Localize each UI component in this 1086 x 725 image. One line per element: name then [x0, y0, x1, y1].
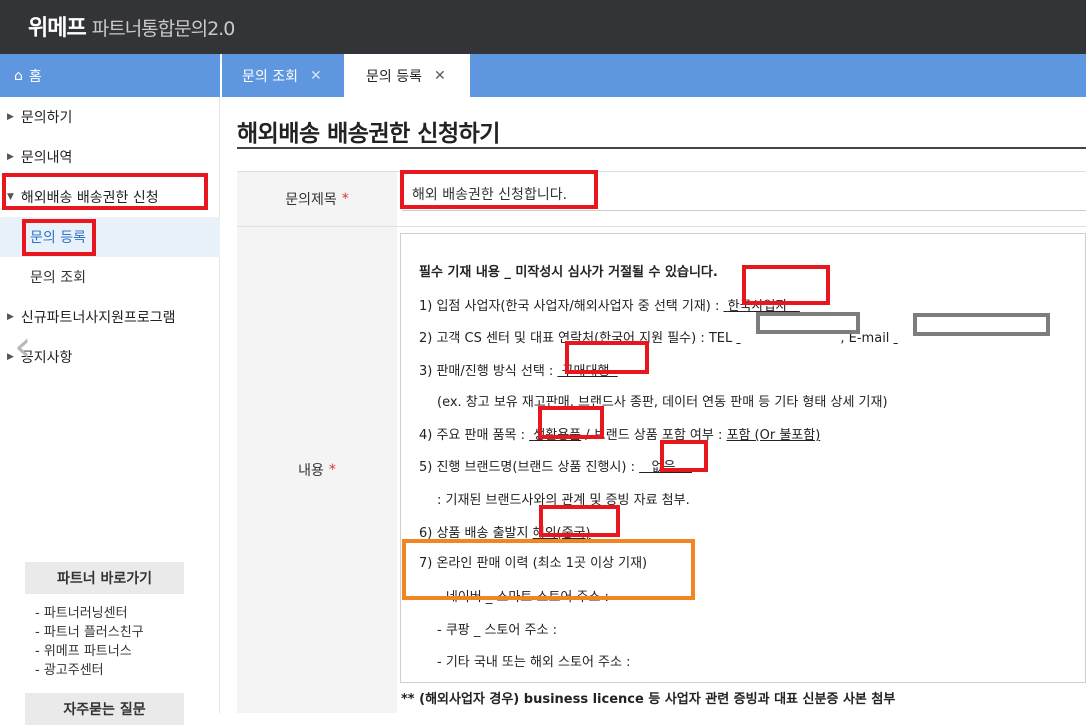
home-icon: ⌂	[14, 67, 23, 84]
email-blank	[894, 331, 1024, 346]
editor-line-6: 6) 상품 배송 출발지 해외(중국)	[419, 526, 591, 541]
subject-label-text: 문의제목	[285, 192, 337, 208]
sidebar-item-label: 문의내역	[20, 150, 73, 166]
brand-included-value: 포함 (Or 불포함)	[726, 428, 821, 443]
sales-method-value: 구매대행	[561, 364, 610, 379]
editor-line-4: 4) 주요 판매 품목 : 생활용품 / 브랜드 상품 포함 여부 : 포함 (…	[419, 428, 821, 443]
brand-name-value: 없음	[651, 460, 676, 475]
tab-strip-filler	[470, 54, 1086, 97]
editor-line-7: 7) 온라인 판매 이력 (최소 1곳 이상 기재)	[419, 556, 648, 571]
subject-input[interactable]: 해외 배송권한 신청합니다.	[402, 178, 1086, 211]
brand-name: 위메프	[28, 16, 87, 41]
partner-links: - 파트너러닝센터 - 파트너 플러스친구 - 위메프 파트너스 - 광고주센터	[25, 594, 184, 688]
sidebar-item-notices[interactable]: ▶ 공지사항	[0, 337, 220, 377]
business-type-value: 한국사업자	[727, 299, 788, 314]
top-header: 위메프 파트너통합문의2.0	[0, 0, 1086, 54]
body-label-text: 내용	[298, 463, 324, 479]
sidebar-item-label: 문의하기	[20, 110, 73, 126]
sidebar-subitem-label: 문의 조회	[30, 270, 86, 286]
body-label: 내용 *	[237, 227, 397, 713]
chevron-left-icon[interactable]: ‹	[14, 325, 32, 369]
partner-link-plus-friend[interactable]: - 파트너 플러스친구	[35, 623, 184, 642]
editor-line-7a: - 네이버 _ 스마트 스토어 주소 :	[437, 590, 609, 605]
partner-link-wemakeprice-partners[interactable]: - 위메프 파트너스	[35, 642, 184, 661]
tab-inquiry-register[interactable]: 문의 등록 ✕	[346, 54, 468, 97]
editor-line-3-note: (ex. 창고 보유 재고판매, 브랜드사 종판, 데이터 연동 판매 등 기타…	[437, 395, 888, 410]
sidebar-item-label: 해외배송 배송권한 신청	[20, 190, 159, 206]
brand-logo[interactable]: 위메프 파트너통합문의2.0	[28, 10, 236, 42]
tab-label: 문의 등록	[366, 68, 422, 85]
footnote: ** (해외사업자 경우) business licence 등 사업자 관련 …	[401, 692, 896, 707]
editor-line-2: 2) 고객 CS 센터 및 대표 연락처(한국어 지원 필수) : TEL , …	[419, 327, 1024, 346]
sidebar-item-new-partner-program[interactable]: ▶ 신규파트너사지원프로그램	[0, 297, 220, 337]
triangle-down-icon: ▼	[7, 192, 14, 202]
sidebar-item-history[interactable]: ▶ 문의내역	[0, 137, 220, 177]
tel-blank	[736, 331, 840, 346]
triangle-right-icon: ▶	[7, 352, 14, 362]
editor-line-3: 3) 판매/진행 방식 선택 : 구매대행	[419, 360, 618, 379]
triangle-right-icon: ▶	[7, 112, 14, 122]
brand-subtitle: 파트너통합문의2.0	[91, 18, 236, 40]
title-divider	[237, 147, 1086, 149]
editor-line-7c: - 기타 국내 또는 해외 스토어 주소 :	[437, 655, 631, 670]
ship-origin-value: 해외(중국)	[532, 526, 591, 541]
content-editor[interactable]: 필수 기재 내용 _ 미작성시 심사가 거절될 수 있습니다. 1) 입점 사업…	[400, 233, 1086, 683]
editor-line-5: 5) 진행 브랜드명(브랜드 상품 진행시) : 없음	[419, 456, 692, 475]
faq-title[interactable]: 자주묻는 질문	[25, 693, 184, 725]
form-row-body: 내용 * 필수 기재 내용 _ 미작성시 심사가 거절될 수 있습니다. 1) 입…	[237, 227, 1086, 713]
required-mark: *	[328, 462, 336, 478]
editor-line-7b: - 쿠팡 _ 스토어 주소 :	[437, 623, 557, 638]
form-row-subject: 문의제목 * 해외 배송권한 신청합니다.	[237, 171, 1086, 227]
editor-heading: 필수 기재 내용 _ 미작성시 심사가 거절될 수 있습니다.	[419, 265, 718, 280]
close-icon[interactable]: ✕	[434, 68, 446, 84]
triangle-right-icon: ▶	[7, 312, 14, 322]
sidebar-subitem-lookup[interactable]: 문의 조회	[0, 257, 220, 297]
triangle-right-icon: ▶	[7, 152, 14, 162]
partner-link-learning-center[interactable]: - 파트너러닝센터	[35, 604, 184, 623]
sidebar-subitem-register[interactable]: 문의 등록	[0, 217, 220, 257]
partner-shortcuts: 파트너 바로가기 - 파트너러닝센터 - 파트너 플러스친구 - 위메프 파트너…	[25, 562, 184, 725]
sidebar-item-inquire[interactable]: ▶ 문의하기	[0, 97, 220, 137]
tab-home[interactable]: ⌂ 홈	[0, 54, 220, 97]
tab-home-label: 홈	[28, 68, 42, 85]
sidebar-item-overseas-shipping[interactable]: ▼ 해외배송 배송권한 신청	[0, 177, 220, 217]
sidebar-subitem-label: 문의 등록	[30, 230, 86, 246]
subject-label: 문의제목 *	[237, 172, 397, 226]
tab-strip: ⌂ 홈 문의 조회 ✕ 문의 등록 ✕	[0, 54, 1086, 97]
editor-line-5-note: : 기재된 브랜드사와의 관계 및 증빙 자료 첨부.	[437, 493, 690, 508]
close-icon[interactable]: ✕	[310, 68, 322, 84]
main-items-value: 생활용품	[533, 428, 582, 443]
required-mark: *	[341, 191, 349, 207]
sidebar: ▶ 문의하기 ▶ 문의내역 ▼ 해외배송 배송권한 신청 문의 등록 문의 조회…	[0, 97, 220, 725]
tab-inquiry-list[interactable]: 문의 조회 ✕	[222, 54, 344, 97]
partner-shortcuts-title: 파트너 바로가기	[25, 562, 184, 594]
editor-line-1: 1) 입점 사업자(한국 사업자/해외사업자 중 선택 기재) : 한국사업자	[419, 295, 800, 314]
page-title: 해외배송 배송권한 신청하기	[237, 121, 500, 147]
sidebar-item-label: 신규파트너사지원프로그램	[20, 310, 176, 326]
partner-link-ad-center[interactable]: - 광고주센터	[35, 661, 184, 680]
tab-label: 문의 조회	[242, 68, 298, 85]
